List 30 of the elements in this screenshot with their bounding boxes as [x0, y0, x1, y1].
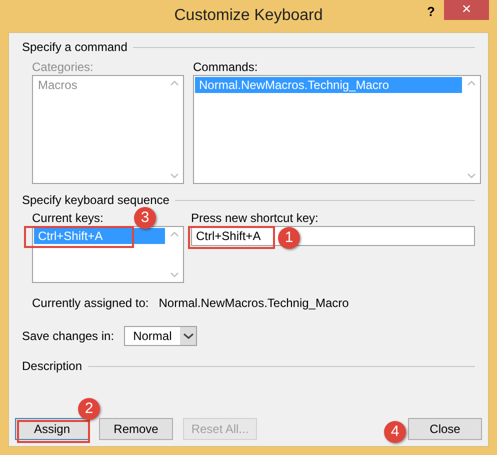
scroll-down-icon[interactable]	[170, 272, 179, 278]
callout-badge: 2	[78, 398, 100, 420]
callout-badge: 3	[134, 207, 156, 229]
field-label: Current keys:	[32, 210, 104, 226]
scroll-up-icon[interactable]	[467, 80, 476, 86]
field-label: Commands:	[193, 59, 258, 75]
section-heading: Specify keyboard sequence	[22, 192, 170, 209]
save-location-dropdown[interactable]: Normal	[124, 326, 198, 346]
list-item[interactable]: Normal.NewMacros.Technig_Macro	[195, 77, 462, 93]
callout-badge: 4	[384, 421, 406, 443]
scroll-up-icon[interactable]	[170, 231, 179, 237]
dialog-button[interactable]: Close	[408, 418, 482, 440]
dialog-button[interactable]: Remove	[99, 418, 173, 440]
list-box[interactable]: Normal.NewMacros.Technig_Macro	[193, 75, 481, 184]
field-label: Currently assigned to:	[32, 295, 149, 311]
help-button[interactable]: ?	[423, 2, 439, 22]
field-label: Categories:	[32, 59, 94, 75]
scroll-down-icon[interactable]	[467, 173, 476, 179]
section-heading: Description	[22, 358, 82, 375]
assigned-command: Normal.NewMacros.Technig_Macro	[158, 295, 349, 311]
scroll-down-icon[interactable]	[170, 173, 179, 179]
section-heading: Specify a command	[22, 39, 128, 56]
scroll-up-icon[interactable]	[170, 80, 179, 86]
list-item[interactable]: Ctrl+Shift+A	[34, 228, 165, 244]
window-title: Customize Keyboard	[174, 6, 323, 26]
close-button[interactable]: ×	[444, 0, 489, 20]
field-label: Press new shortcut key:	[191, 210, 318, 226]
dropdown-caret-icon[interactable]	[180, 327, 196, 345]
field-label: Save changes in:	[22, 328, 114, 344]
list-box[interactable]: Ctrl+Shift+A	[32, 226, 184, 283]
